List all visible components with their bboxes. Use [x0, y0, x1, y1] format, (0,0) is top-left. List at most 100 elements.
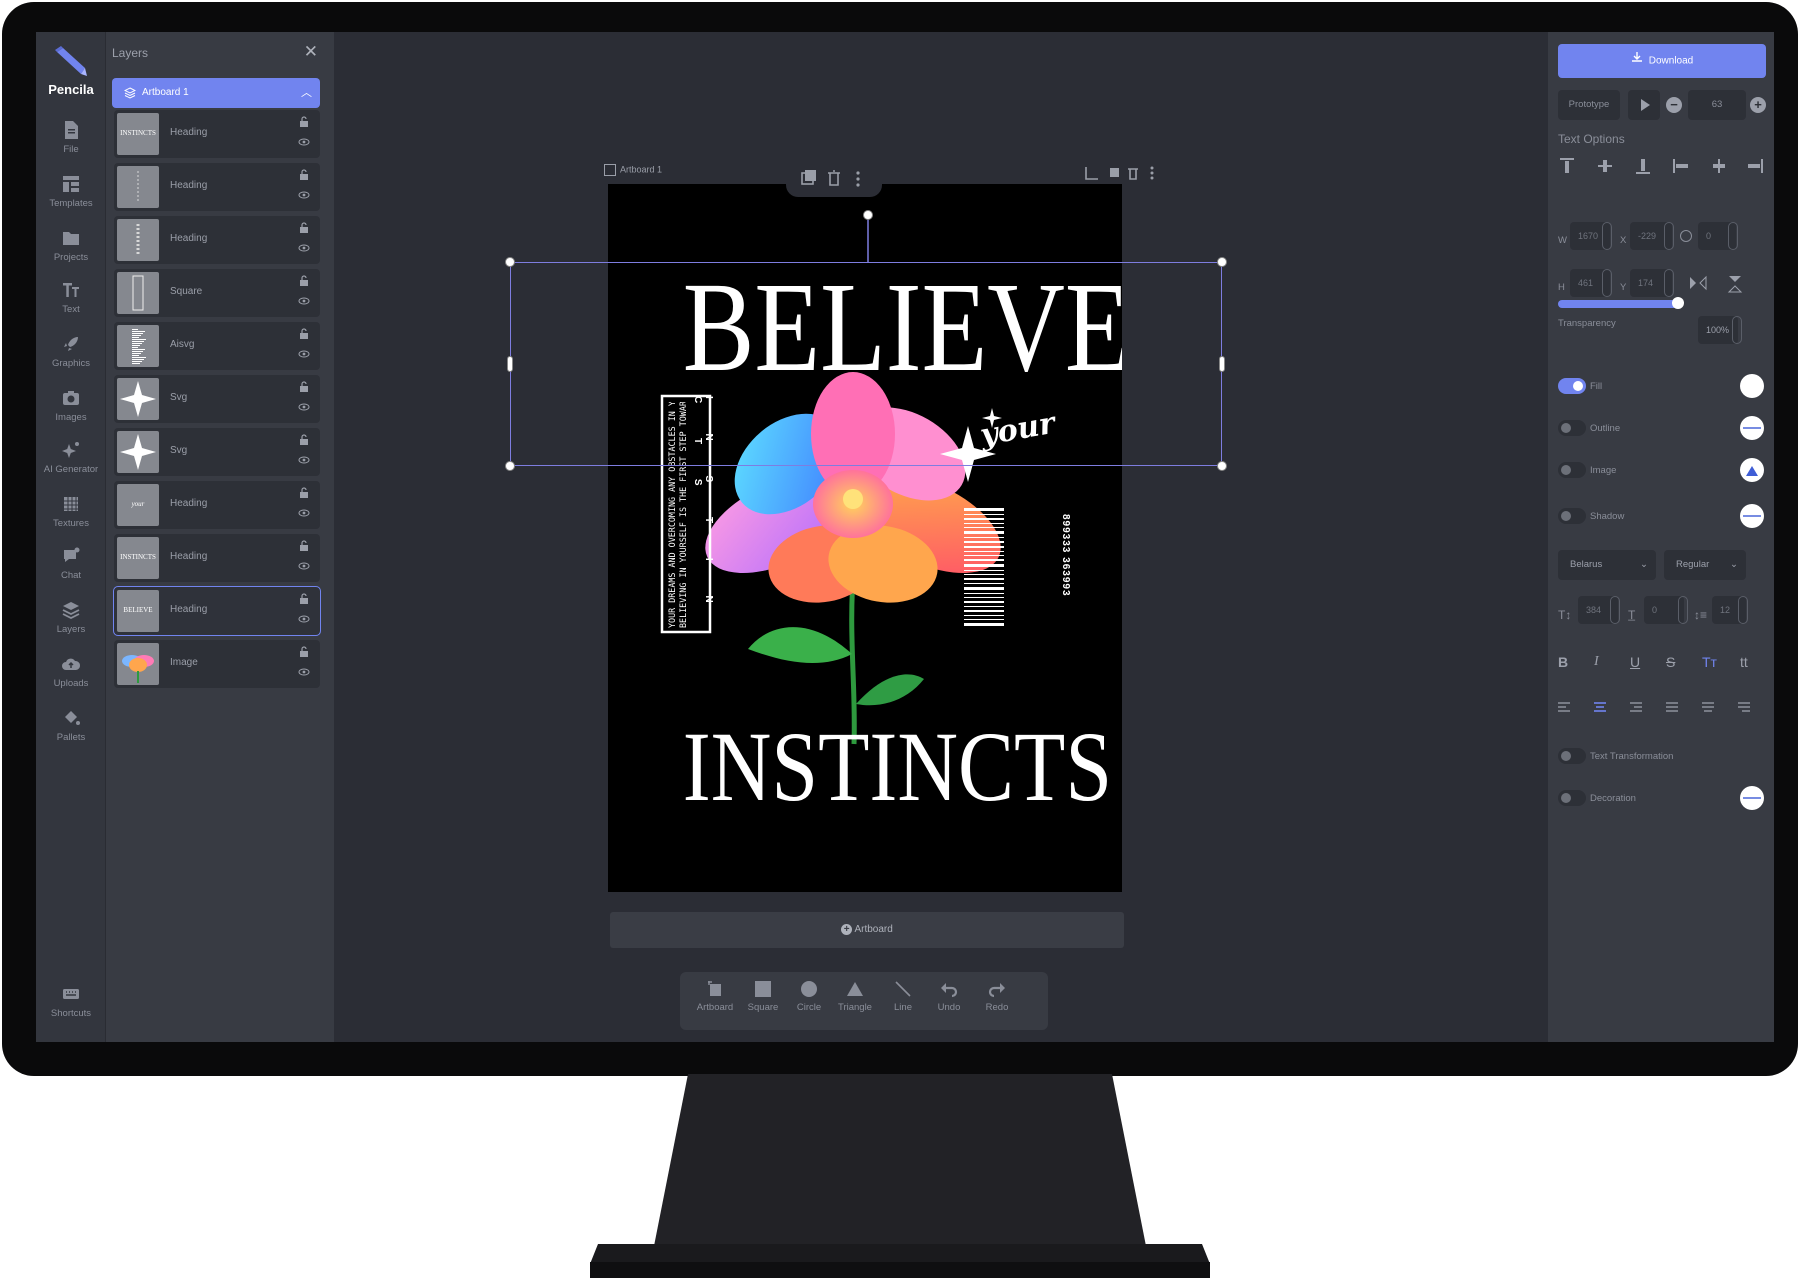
- rail-item-uploads[interactable]: Uploads: [36, 654, 106, 689]
- unlock-icon[interactable]: [298, 487, 310, 499]
- align-bottom-icon[interactable]: [1634, 157, 1652, 175]
- layer-row[interactable]: Square: [114, 269, 320, 317]
- fill-toggle[interactable]: [1558, 378, 1586, 394]
- artboard-group-header[interactable]: Artboard 1 ︿: [112, 78, 320, 108]
- prototype-button[interactable]: Prototype: [1558, 90, 1620, 120]
- transparency-slider[interactable]: [1558, 300, 1678, 308]
- resize-handle-left[interactable]: [507, 356, 513, 372]
- layer-row[interactable]: Aisvg: [114, 322, 320, 370]
- unlock-icon[interactable]: [298, 646, 310, 658]
- decoration-toggle[interactable]: [1558, 790, 1586, 806]
- rail-item-layers[interactable]: Layers: [36, 600, 106, 635]
- eye-icon[interactable]: [298, 401, 310, 413]
- unlock-icon[interactable]: [298, 381, 310, 393]
- eye-icon[interactable]: [298, 560, 310, 572]
- rotate-handle[interactable]: [863, 210, 873, 220]
- italic-icon[interactable]: I: [1594, 654, 1599, 670]
- resize-handle-top-left[interactable]: [505, 257, 515, 267]
- font-weight-select[interactable]: Regular ⌄: [1664, 550, 1746, 580]
- line-height-stepper[interactable]: [1738, 596, 1748, 624]
- align-center-icon[interactable]: [1710, 157, 1728, 175]
- align-left-icon[interactable]: [1672, 157, 1690, 175]
- unlock-icon[interactable]: [298, 116, 310, 128]
- layer-row[interactable]: Image: [114, 640, 320, 688]
- flip-horizontal-icon[interactable]: [1688, 274, 1708, 292]
- eye-icon[interactable]: [298, 666, 310, 678]
- layer-row[interactable]: Svg: [114, 375, 320, 423]
- dock-artboard[interactable]: Artboard: [692, 980, 738, 1013]
- bold-icon[interactable]: B: [1558, 654, 1568, 670]
- eye-icon[interactable]: [298, 136, 310, 148]
- resize-handle-top-right[interactable]: [1217, 257, 1227, 267]
- flip-vertical-icon[interactable]: [1726, 274, 1744, 294]
- zoom-in-icon[interactable]: +: [1750, 97, 1766, 113]
- outline-toggle[interactable]: [1558, 420, 1586, 436]
- resize-handle-bottom-right[interactable]: [1217, 461, 1227, 471]
- x-stepper[interactable]: [1664, 222, 1674, 250]
- resize-handle-right[interactable]: [1219, 356, 1225, 372]
- chevron-up-icon[interactable]: ︿: [301, 78, 312, 108]
- layer-row[interactable]: BELIEVE Heading: [113, 586, 321, 636]
- download-button[interactable]: Download: [1558, 44, 1766, 78]
- fill-color-swatch[interactable]: [1740, 374, 1764, 398]
- rail-item-pallets[interactable]: Pallets: [36, 708, 106, 743]
- transparency-stepper[interactable]: [1732, 316, 1742, 344]
- shadow-toggle[interactable]: [1558, 508, 1586, 524]
- zoom-value[interactable]: 63: [1688, 90, 1746, 120]
- footer-text[interactable]: INSTINCTS: [683, 712, 1112, 822]
- layer-row[interactable]: your Heading: [114, 481, 320, 529]
- rail-item-text[interactable]: Text: [36, 280, 106, 315]
- layer-row[interactable]: Svg: [114, 428, 320, 476]
- eye-icon[interactable]: [298, 454, 310, 466]
- unlock-icon[interactable]: [298, 222, 310, 234]
- unlock-icon[interactable]: [298, 593, 310, 605]
- rail-item-images[interactable]: Images: [36, 388, 106, 423]
- align-top-icon[interactable]: [1558, 157, 1576, 175]
- rail-item-file[interactable]: File: [36, 120, 106, 155]
- dock-square[interactable]: Square: [740, 980, 786, 1013]
- eye-icon[interactable]: [298, 295, 310, 307]
- layer-row[interactable]: Heading: [114, 163, 320, 211]
- add-artboard-button[interactable]: + Artboard: [610, 912, 1124, 948]
- dock-circle[interactable]: Circle: [786, 980, 832, 1013]
- resize-handle-bottom-left[interactable]: [505, 461, 515, 471]
- underline-icon[interactable]: U: [1630, 654, 1640, 670]
- rail-item-textures[interactable]: Textures: [36, 494, 106, 529]
- transparency-slider-knob[interactable]: [1672, 297, 1684, 309]
- eye-icon[interactable]: [298, 507, 310, 519]
- rotation-stepper[interactable]: [1728, 222, 1738, 250]
- layer-row[interactable]: INSTINCTS Heading: [114, 534, 320, 582]
- dock-redo[interactable]: Redo: [974, 980, 1020, 1013]
- rail-item-ai-generator[interactable]: AI Generator: [36, 440, 106, 475]
- close-icon[interactable]: ✕: [304, 42, 318, 62]
- y-stepper[interactable]: [1664, 269, 1674, 297]
- rail-item-templates[interactable]: Templates: [36, 174, 106, 209]
- uppercase-icon[interactable]: Tт: [1702, 654, 1717, 670]
- unlock-icon[interactable]: [298, 540, 310, 552]
- image-fill-swatch[interactable]: [1740, 458, 1764, 482]
- eye-icon[interactable]: [298, 189, 310, 201]
- font-family-select[interactable]: Belarus ⌄: [1558, 550, 1656, 580]
- unlock-icon[interactable]: [298, 434, 310, 446]
- zoom-out-icon[interactable]: −: [1666, 97, 1682, 113]
- dock-line[interactable]: Line: [880, 980, 926, 1013]
- unlock-icon[interactable]: [298, 169, 310, 181]
- rail-item-shortcuts[interactable]: Shortcuts: [36, 984, 106, 1019]
- shadow-color-swatch[interactable]: [1740, 504, 1764, 528]
- layer-row[interactable]: Heading: [114, 216, 320, 264]
- letter-spacing-stepper[interactable]: [1678, 596, 1688, 624]
- rail-item-graphics[interactable]: Graphics: [36, 334, 106, 369]
- align-right-icon[interactable]: [1746, 157, 1764, 175]
- outline-color-swatch[interactable]: [1740, 416, 1764, 440]
- dock-undo[interactable]: Undo: [926, 980, 972, 1013]
- height-stepper[interactable]: [1602, 269, 1612, 297]
- width-stepper[interactable]: [1602, 222, 1612, 250]
- strikethrough-icon[interactable]: S: [1666, 654, 1675, 670]
- font-size-stepper[interactable]: [1610, 596, 1620, 624]
- play-button[interactable]: [1628, 90, 1660, 120]
- eye-icon[interactable]: [298, 613, 310, 625]
- decoration-color-swatch[interactable]: [1740, 786, 1764, 810]
- lowercase-icon[interactable]: tt: [1740, 654, 1748, 670]
- canvas-area[interactable]: Artboard 1 BELIEVE your INSTINCTS I N S …: [334, 32, 1598, 1042]
- unlock-icon[interactable]: [298, 275, 310, 287]
